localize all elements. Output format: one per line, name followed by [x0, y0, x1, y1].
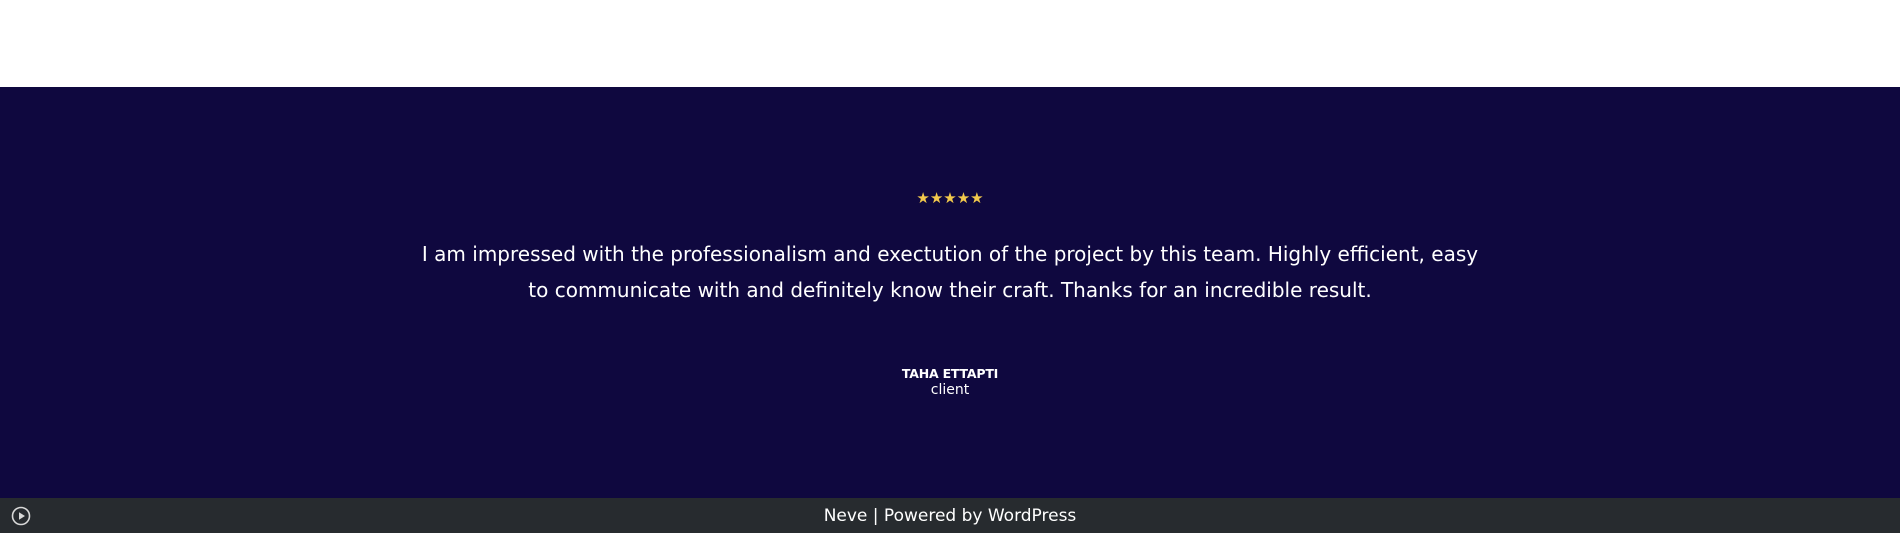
testimonial-quote: I am impressed with the professionalism …: [421, 242, 1479, 302]
star-rating: ★★★★★: [916, 189, 984, 207]
footer-credit[interactable]: Neve | Powered by WordPress: [0, 506, 1900, 526]
testimonial-author-role: client: [930, 382, 970, 398]
site-footer: Neve | Powered by WordPress: [0, 498, 1900, 533]
testimonial-section: ★★★★★ I am impressed with the profession…: [0, 87, 1900, 498]
top-blank-area: [0, 0, 1900, 87]
testimonial-author-name: TAHA ETTAPTI: [901, 366, 999, 381]
